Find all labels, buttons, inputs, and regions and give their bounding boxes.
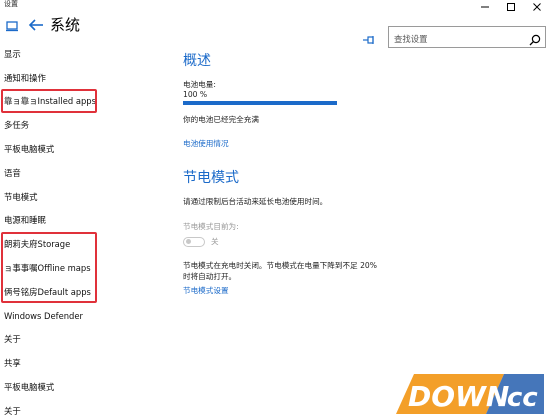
battery-status: 你的电池已经完全充满 [183, 115, 259, 124]
battery-saver-current-label: 节电模式目前为: [183, 222, 239, 231]
overview-heading: 概述 [183, 53, 211, 69]
battery-saver-heading: 节电模式 [183, 170, 239, 186]
sidebar-item-storage[interactable]: 朗莉夫府Storage [0, 232, 175, 256]
battery-level-fill [183, 101, 337, 105]
search-input[interactable] [389, 29, 519, 49]
sidebar-item-speech[interactable]: 语音 [0, 161, 175, 185]
sidebar-item-about[interactable]: 关于 [0, 328, 175, 352]
battery-saver-description: 请通过限制后台活动来延长电池使用时间。 [183, 197, 328, 206]
sidebar-item-battery-saver[interactable]: 节电模式 [0, 185, 175, 209]
svg-text:DOWN: DOWN [408, 380, 509, 413]
sidebar-nav: 显示 通知和操作 靠ョ靠ョInstalled apps 多任务 平板电脑模式 语… [0, 42, 175, 419]
page-title: 系统 [50, 16, 81, 34]
pin-icon[interactable] [362, 30, 376, 44]
close-button[interactable] [524, 0, 550, 14]
sidebar-item-tablet-mode-2[interactable]: 平板电脑模式 [0, 375, 175, 399]
maximize-button[interactable] [498, 0, 524, 14]
sidebar-item-share[interactable]: 共享 [0, 351, 175, 375]
battery-saver-settings-link[interactable]: 节电模式设置 [183, 285, 229, 296]
battery-level-bar [183, 101, 337, 105]
search-box[interactable] [388, 26, 546, 49]
header: 系统 [0, 3, 550, 49]
search-icon[interactable] [529, 31, 541, 46]
sidebar-item-notifications[interactable]: 通知和操作 [0, 66, 175, 90]
sidebar-item-offline-maps[interactable]: ョ事事嘱Offline maps [0, 256, 175, 280]
svg-text:.cc: .cc [497, 383, 538, 413]
battery-saver-toggle[interactable] [183, 236, 205, 247]
sidebar-item-windows-defender[interactable]: Windows Defender [0, 304, 175, 328]
battery-saver-auto-text: 节电模式在充电时关闭。节电模式在电量下降到不足 20% 时将自动打开。 [183, 261, 377, 281]
sidebar-item-multitasking[interactable]: 多任务 [0, 113, 175, 137]
battery-value: 100 % [183, 90, 208, 99]
sidebar-item-installed-apps[interactable]: 靠ョ靠ョInstalled apps [0, 90, 175, 114]
watermark-logo: DOWN .cc [394, 373, 546, 415]
minimize-button[interactable] [472, 0, 498, 14]
watermark-logo-graphic: DOWN .cc [396, 374, 544, 414]
sidebar-item-display[interactable]: 显示 [0, 42, 175, 66]
battery-saver-toggle-row: 关 [183, 236, 219, 247]
battery-saver-toggle-state: 关 [211, 237, 219, 246]
sidebar-item-tablet-mode[interactable]: 平板电脑模式 [0, 137, 175, 161]
sidebar-item-about-2[interactable]: 关于 [0, 399, 175, 419]
window-title: 设置 [4, 0, 18, 8]
toggle-knob [186, 239, 191, 244]
battery-usage-link[interactable]: 电池使用情况 [183, 138, 229, 149]
sidebar-item-default-apps[interactable]: 俩号铭房Default apps [0, 280, 175, 304]
window-controls [472, 0, 550, 14]
title-bar: 设置 [0, 0, 550, 10]
back-arrow-icon[interactable] [27, 16, 45, 34]
home-icon[interactable] [5, 18, 19, 32]
sidebar-item-power-sleep[interactable]: 电源和睡眠 [0, 209, 175, 233]
